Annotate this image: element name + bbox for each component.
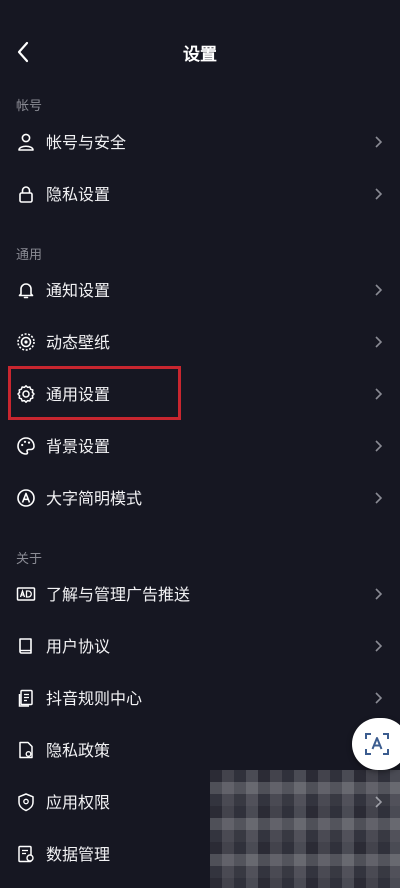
section-label-about: 关于 [16, 552, 43, 567]
data-icon [18, 845, 34, 863]
book-icon [19, 638, 32, 654]
settings-item-label: 背景设置 [46, 437, 111, 456]
chevron-right-icon [375, 640, 383, 652]
section-label-general: 通用 [16, 248, 43, 263]
settings-item-label: 数据管理 [46, 845, 111, 864]
text-scan-icon [365, 733, 389, 755]
settings-item-user-agreement[interactable]: 用户协议 [0, 621, 400, 673]
settings-item-label: 用户协议 [46, 637, 111, 656]
user-icon [18, 133, 34, 151]
chevron-right-icon [375, 492, 383, 504]
settings-item-label: 抖音规则中心 [46, 689, 143, 708]
settings-item-live-wallpaper[interactable]: 动态壁纸 [0, 317, 400, 369]
chevron-right-icon [375, 388, 383, 400]
chevron-right-icon [375, 336, 383, 348]
settings-item-notifications[interactable]: 通知设置 [0, 265, 400, 317]
settings-item-privacy[interactable]: 隐私设置 [0, 169, 400, 221]
chevron-right-icon [375, 440, 383, 452]
palette-icon [17, 437, 35, 455]
floating-accessibility-button[interactable] [352, 718, 400, 770]
settings-item-label: 动态壁纸 [46, 333, 111, 352]
chevron-right-icon [375, 188, 383, 200]
settings-item-label: 帐号与安全 [46, 133, 127, 152]
settings-item-account-security[interactable]: 帐号与安全 [0, 117, 400, 169]
settings-item-large-text-mode[interactable]: 大字简明模式 [0, 473, 400, 525]
chevron-right-icon [375, 136, 383, 148]
shield-icon [18, 793, 34, 812]
lock-icon [19, 186, 33, 203]
chevron-right-icon [375, 284, 383, 296]
bell-icon [18, 283, 34, 299]
section-label-account: 帐号 [16, 99, 43, 114]
settings-item-ad-management[interactable]: 了解与管理广告推送 [0, 569, 400, 621]
live-wallpaper-icon [17, 333, 35, 351]
chevron-right-icon [375, 588, 383, 600]
settings-item-label: 隐私设置 [46, 185, 111, 204]
settings-item-background[interactable]: 背景设置 [0, 421, 400, 473]
large-text-icon [17, 489, 35, 507]
settings-item-label: 大字简明模式 [46, 489, 143, 508]
page-title: 设置 [183, 45, 217, 65]
chevron-right-icon [375, 692, 383, 704]
settings-item-rules-center[interactable]: 抖音规则中心 [0, 673, 400, 725]
settings-item-label: 通知设置 [46, 281, 111, 300]
settings-item-label: 应用权限 [46, 793, 111, 812]
rules-icon [18, 689, 33, 707]
top-bar: 设置 [0, 0, 400, 104]
ad-icon [16, 587, 36, 601]
mosaic-watermark [210, 770, 400, 888]
highlight-box [8, 366, 181, 420]
settings-item-label: 了解与管理广告推送 [46, 585, 191, 604]
policy-icon [19, 741, 33, 759]
settings-item-label: 隐私政策 [46, 741, 111, 760]
